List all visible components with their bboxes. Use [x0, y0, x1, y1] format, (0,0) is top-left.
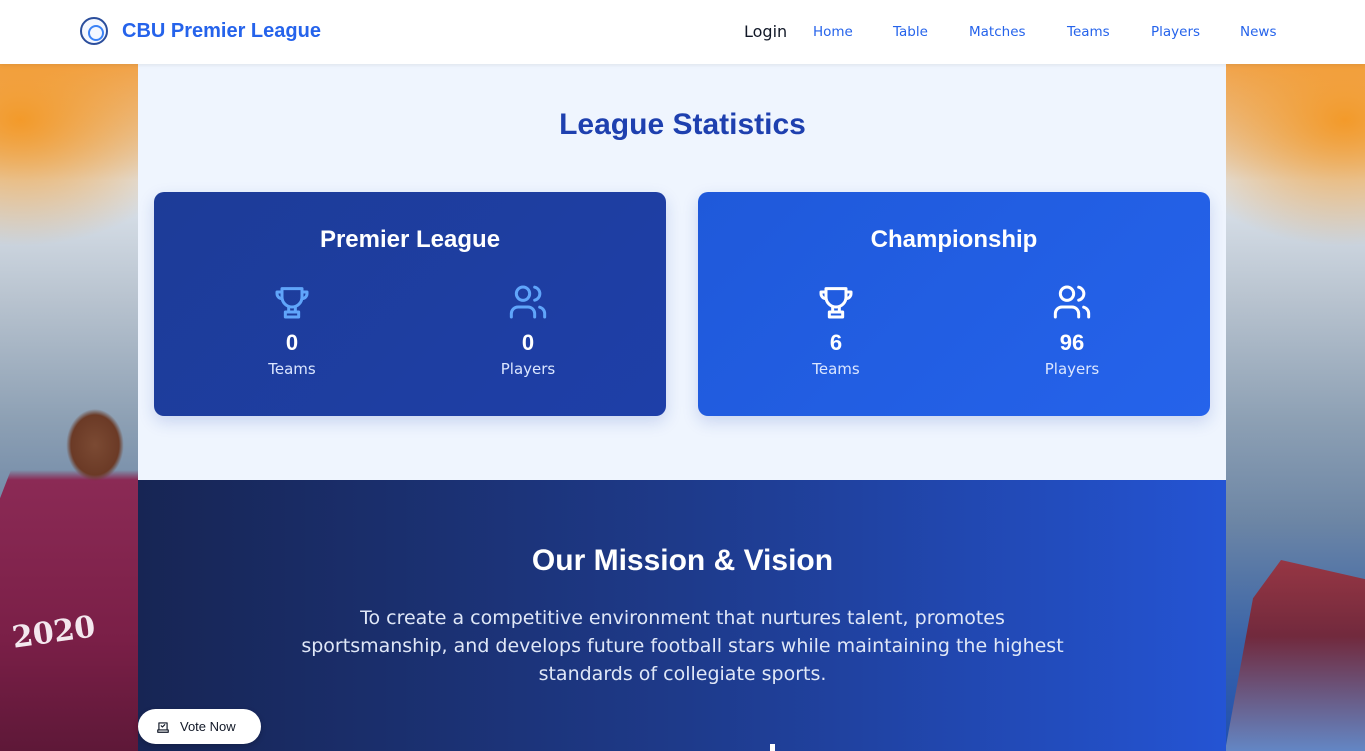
users-icon	[1053, 285, 1091, 319]
teams-stat: 6 Teams	[756, 282, 916, 378]
teams-stat: 0 Teams	[212, 282, 372, 378]
vote-box-icon	[157, 721, 169, 733]
nav-players[interactable]: Players	[1151, 24, 1240, 40]
players-stat: 96 Players	[992, 282, 1152, 378]
teams-label: Teams	[268, 360, 316, 378]
players-label: Players	[1044, 360, 1100, 378]
players-count: 96	[1059, 330, 1085, 355]
card-title: Championship	[870, 226, 1038, 253]
stats-title: League Statistics	[559, 108, 806, 141]
brand[interactable]: CBU Premier League	[80, 17, 321, 45]
teams-label: Teams	[812, 360, 860, 378]
cut-off-text	[770, 744, 775, 751]
players-stat: 0 Players	[448, 282, 608, 378]
users-icon	[509, 285, 547, 319]
teams-count: 6	[829, 330, 843, 355]
login-link[interactable]: Login	[744, 22, 787, 41]
navbar: CBU Premier League Login Home Table Matc…	[0, 0, 1365, 64]
nav-news[interactable]: News	[1240, 24, 1290, 40]
cbu-logo-icon	[80, 17, 108, 45]
nav-table[interactable]: Table	[893, 24, 969, 40]
nav-matches[interactable]: Matches	[969, 24, 1067, 40]
teams-count: 0	[285, 330, 299, 355]
trophy-icon	[819, 287, 853, 319]
mission-title: Our Mission & Vision	[531, 544, 834, 577]
nav-teams[interactable]: Teams	[1067, 24, 1151, 40]
vote-now-button[interactable]: Vote Now	[138, 709, 261, 744]
championship-card: Championship 6 Teams 96 Players	[698, 192, 1210, 416]
players-count: 0	[521, 330, 535, 355]
nav-home[interactable]: Home	[813, 24, 893, 40]
card-title: Premier League	[319, 226, 501, 253]
premier-league-card: Premier League 0 Teams 0 Players	[154, 192, 666, 416]
players-label: Players	[500, 360, 556, 378]
trophy-icon	[275, 287, 309, 319]
mission-text: To create a competitive environment that…	[301, 607, 1064, 685]
brand-name: CBU Premier League	[122, 19, 321, 42]
nav-links: Home Table Matches Teams Players News	[813, 24, 1290, 40]
vote-now-label: Vote Now	[180, 719, 236, 734]
